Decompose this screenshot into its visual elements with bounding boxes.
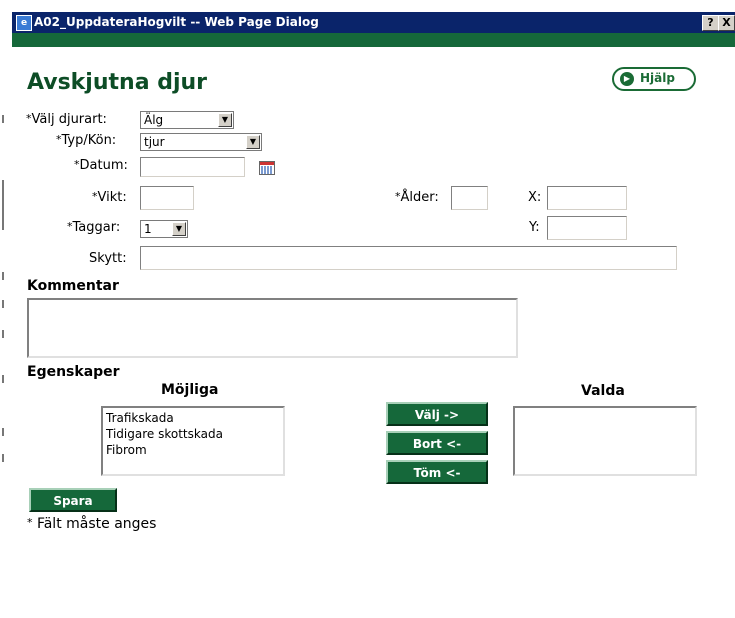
djurart-label-text: Välj djurart: [31,112,107,127]
chevron-down-icon[interactable]: ▼ [246,135,260,149]
header-band [12,33,735,47]
edge-mark [2,180,4,230]
selected-heading: Valda [581,383,625,399]
background-window-edge [0,0,12,618]
calendar-icon[interactable] [259,161,275,175]
typ-kon-label: *Typ/Kön: [56,133,116,148]
list-item[interactable]: Tidigare skottskada [103,426,283,442]
play-icon: ▶ [620,72,634,86]
list-item[interactable]: Trafikskada [103,410,283,426]
datum-label: *Datum: [74,158,128,173]
edge-mark [2,300,4,308]
save-button[interactable]: Spara [29,488,117,512]
edge-mark [2,330,4,338]
help-window-button[interactable]: ? [702,15,719,31]
remove-button[interactable]: Bort <- [386,431,488,455]
edge-mark [2,454,4,462]
djurart-value: Älg [144,113,164,127]
select-button[interactable]: Välj -> [386,402,488,426]
alder-label-text: Ålder: [400,190,439,205]
page-title: Avskjutna djur [27,70,207,95]
vikt-label-text: Vikt: [97,190,127,205]
alder-field[interactable] [451,186,488,210]
skytt-field[interactable] [140,246,677,270]
title-bar[interactable]: e A02_UppdateraHogvilt -- Web Page Dialo… [12,12,735,33]
help-button[interactable]: ▶ Hjälp [612,67,696,91]
taggar-label: *Taggar: [67,220,120,235]
taggar-label-text: Taggar: [72,220,121,235]
taggar-select[interactable]: 1 ▼ [140,220,188,238]
typ-kon-label-text: Typ/Kön: [61,133,117,148]
djurart-label: *Välj djurart: [26,112,107,127]
clear-button[interactable]: Töm <- [386,460,488,484]
x-coordinate-field[interactable] [547,186,627,210]
y-label: Y: [529,220,540,235]
taggar-value: 1 [144,222,152,236]
ie-window-icon: e [16,15,32,31]
edge-mark [2,115,4,123]
possible-heading: Möjliga [161,382,219,398]
typ-kon-select[interactable]: tjur ▼ [140,133,262,151]
required-marker: * [27,516,33,529]
datum-label-text: Datum: [79,158,128,173]
close-window-button[interactable]: X [718,15,735,31]
typ-kon-value: tjur [144,135,165,149]
egenskaper-heading: Egenskaper [27,364,120,380]
x-label: X: [528,190,542,205]
skytt-label: Skytt: [89,251,127,266]
alder-label: *Ålder: [395,190,439,205]
window-title: A02_UppdateraHogvilt -- Web Page Dialog [34,15,319,29]
vikt-label: *Vikt: [92,190,127,205]
footnote-text: Fält måste anges [36,516,157,532]
list-item[interactable]: Fibrom [103,442,283,458]
kommentar-heading: Kommentar [27,278,119,294]
vikt-field[interactable] [140,186,194,210]
kommentar-textarea[interactable] [27,298,518,358]
djurart-select[interactable]: Älg ▼ [140,111,234,129]
selected-listbox[interactable] [513,406,697,476]
dialog-window: e A02_UppdateraHogvilt -- Web Page Dialo… [0,0,735,618]
required-footnote: * Fält måste anges [27,516,156,532]
y-coordinate-field[interactable] [547,216,627,240]
possible-listbox[interactable]: Trafikskada Tidigare skottskada Fibrom [101,406,285,476]
chevron-down-icon[interactable]: ▼ [218,113,232,127]
datum-field[interactable] [140,157,245,177]
edge-mark [2,375,4,383]
help-button-label: Hjälp [640,71,675,85]
chevron-down-icon[interactable]: ▼ [172,222,186,236]
edge-mark [2,428,4,436]
edge-mark [2,272,4,280]
